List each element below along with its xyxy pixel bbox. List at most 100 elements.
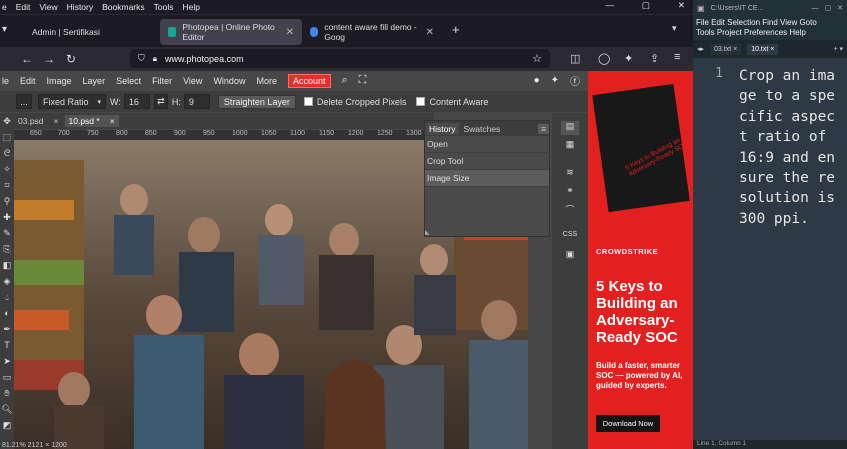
marquee-tool-icon[interactable]: ⬚ — [0, 129, 14, 145]
shape-tool-icon[interactable]: ▭ — [0, 369, 14, 385]
path-select-tool-icon[interactable]: ➤ — [0, 353, 14, 369]
close-doc-icon[interactable]: × — [110, 116, 115, 126]
panel-menu-icon[interactable]: ≡ — [538, 123, 549, 134]
swap-ratio-button[interactable]: ⇄ — [153, 94, 168, 109]
pp-menu-layer[interactable]: Layer — [83, 76, 106, 86]
menu-bookmarks[interactable]: Bookmarks — [102, 2, 145, 12]
bookmark-star-icon[interactable]: ☆ — [532, 52, 542, 65]
history-panel-icon[interactable]: ▤ — [561, 121, 579, 135]
close-tab-icon[interactable]: ✕ — [286, 27, 294, 38]
extensions-icon[interactable]: ✦ — [624, 52, 633, 65]
layers-panel-icon[interactable]: ≋ — [561, 167, 579, 181]
facebook-icon[interactable]: ⓕ — [570, 73, 580, 88]
close-doc-icon[interactable]: × — [54, 116, 59, 126]
search-icon[interactable]: ⌕ — [342, 74, 348, 87]
pp-menu-more[interactable]: More — [256, 76, 277, 86]
download-now-button[interactable]: Download Now — [596, 415, 660, 432]
menu-file[interactable]: e — [2, 2, 7, 12]
tab-swatches[interactable]: Swatches — [459, 123, 504, 135]
menu-tools[interactable]: Tools — [154, 2, 174, 12]
dodge-tool-icon[interactable]: ◐ — [0, 305, 14, 321]
twitter-icon[interactable]: ✦ — [551, 75, 559, 86]
new-editor-tab-icon[interactable]: + ▾ — [833, 45, 843, 53]
type-tool-icon[interactable]: T — [0, 337, 14, 353]
straighten-layer-button[interactable]: Straighten Layer — [217, 94, 296, 109]
editor-maximize-button[interactable]: ▢ — [825, 4, 832, 12]
close-window-button[interactable]: ✕ — [678, 0, 685, 11]
shield-icon[interactable]: ⛉ — [138, 53, 145, 64]
pp-menu-file[interactable]: le — [2, 76, 9, 86]
pp-menu-image[interactable]: Image — [47, 76, 72, 86]
crowdstrike-ad[interactable]: 5 Keys to Building an Adversary-Ready SO… — [588, 71, 693, 449]
css-panel-button[interactable]: CSS — [561, 231, 579, 245]
ratio-select[interactable]: Fixed Ratio ▾ — [38, 94, 106, 109]
pp-menu-filter[interactable]: Filter — [152, 76, 172, 86]
close-tab-icon[interactable]: × — [770, 46, 774, 53]
tab-history[interactable]: History — [425, 122, 460, 135]
editor-text-area[interactable]: Crop an image to a specific aspect ratio… — [739, 66, 843, 229]
blur-tool-icon[interactable]: 💧︎ — [0, 289, 14, 305]
clone-tool-icon[interactable]: ⎘ — [0, 241, 14, 257]
tab-overflow-icon[interactable]: ▾ — [672, 23, 677, 34]
tab-nav-icon[interactable]: ◂▸ — [697, 45, 704, 53]
panel-resize-icon[interactable]: ◣ — [425, 229, 430, 236]
height-input[interactable]: 9 — [183, 94, 210, 109]
magic-wand-tool-icon[interactable]: ✧ — [0, 161, 14, 177]
doc-tab-03[interactable]: 03.psd × — [14, 115, 63, 127]
color-swatch-icon[interactable]: ◩ — [0, 417, 14, 433]
hamburger-menu-icon[interactable]: ≡ — [674, 51, 680, 63]
close-tab-icon[interactable]: ✕ — [426, 27, 434, 38]
doc-tab-10[interactable]: 10.psd * × — [64, 115, 119, 127]
pp-menu-window[interactable]: Window — [213, 76, 245, 86]
new-tab-button[interactable]: + — [452, 22, 460, 37]
lasso-tool-icon[interactable]: ᘓ — [0, 145, 14, 161]
reload-icon[interactable]: ↻ — [60, 52, 82, 66]
editor-tab-10[interactable]: 10.txt × — [747, 43, 779, 55]
fullscreen-icon[interactable]: ⛶ — [359, 74, 367, 87]
tab-list-icon[interactable]: ▾ — [2, 24, 7, 35]
brush-tool-icon[interactable]: ✎ — [0, 225, 14, 241]
menu-help[interactable]: Help — [182, 2, 199, 12]
history-item-open[interactable]: Open — [425, 136, 549, 153]
account-button[interactable]: Account — [287, 73, 331, 88]
editor-close-button[interactable]: ✕ — [837, 4, 843, 12]
history-item-crop-tool[interactable]: Crop Tool — [425, 153, 549, 170]
editor-tab-03[interactable]: 03.txt × — [710, 43, 742, 55]
url-bar[interactable]: ⛉ 🔒︎ www.photopea.com ☆ — [130, 49, 550, 68]
delete-cropped-checkbox[interactable]: Delete Cropped Pixels — [303, 97, 406, 107]
eraser-tool-icon[interactable]: ◧ — [0, 257, 14, 273]
move-tool-icon[interactable]: ✥ — [0, 113, 14, 129]
pp-menu-edit[interactable]: Edit — [20, 76, 36, 86]
browser-tab-admin[interactable]: Admin | Sertifikasi — [8, 19, 156, 45]
pocket-icon[interactable]: ◫ — [570, 52, 580, 65]
pp-menu-view[interactable]: View — [183, 76, 202, 86]
swatches-panel-icon[interactable]: ▦ — [561, 139, 579, 153]
menu-view[interactable]: View — [39, 2, 57, 12]
back-icon[interactable]: ← — [16, 52, 38, 66]
healing-tool-icon[interactable]: ✚ — [0, 209, 14, 225]
channels-panel-icon[interactable]: ⚭ — [561, 185, 579, 199]
eyedropper-tool-icon[interactable]: ⚲ — [0, 193, 14, 209]
reddit-icon[interactable]: ● — [534, 75, 540, 86]
menu-history[interactable]: History — [67, 2, 93, 12]
forward-icon[interactable]: → — [38, 52, 60, 66]
lock-icon[interactable]: 🔒︎ — [153, 54, 157, 64]
paths-panel-icon[interactable]: ⌒ — [561, 203, 579, 217]
editor-menu-row[interactable]: File Edit Selection Find View Goto — [696, 18, 844, 28]
width-input[interactable]: 16 — [123, 94, 150, 109]
content-aware-checkbox[interactable]: Content Aware — [416, 97, 488, 107]
history-item-image-size[interactable]: Image Size — [425, 170, 549, 187]
pp-menu-select[interactable]: Select — [116, 76, 141, 86]
image-panel-icon[interactable]: ▣ — [561, 249, 579, 263]
account-icon[interactable]: ◯ — [598, 52, 610, 65]
hand-tool-icon[interactable]: ✋︎ — [0, 385, 14, 401]
maximize-button[interactable]: ▢ — [642, 0, 650, 11]
minimize-button[interactable]: — — [605, 0, 614, 11]
share-icon[interactable]: ⇪ — [650, 52, 659, 65]
zoom-tool-icon[interactable]: 🔍︎ — [0, 401, 14, 417]
close-tab-icon[interactable]: × — [733, 46, 737, 53]
browser-tab-photopea[interactable]: Photopea | Online Photo Editor ✕ — [160, 19, 302, 45]
browser-tab-google[interactable]: content aware fill demo - Goog ✕ — [302, 19, 442, 45]
editor-minimize-button[interactable]: — — [812, 5, 819, 12]
menu-edit[interactable]: Edit — [16, 2, 31, 12]
